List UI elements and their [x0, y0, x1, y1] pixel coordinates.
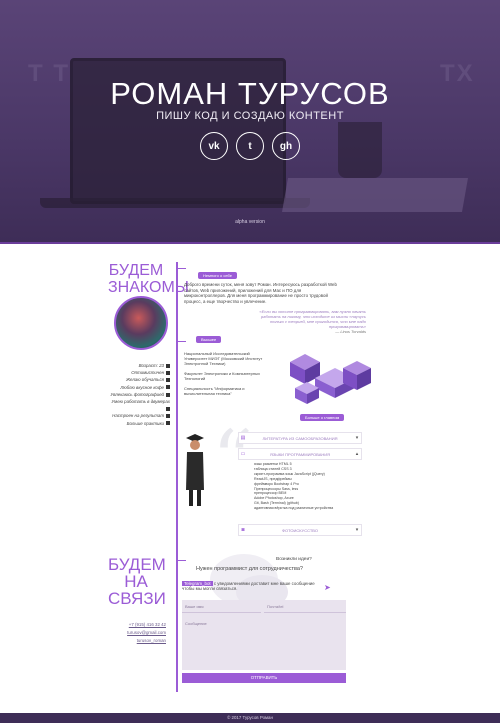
- paper-plane-icon: ➤: [324, 583, 331, 592]
- timeline-tick: [176, 560, 186, 561]
- camera-icon: ◙: [241, 527, 245, 533]
- page-title: РОМАН ТУРУСОВ: [110, 76, 390, 111]
- facts-list: Возраст: 23 Оптимистичен Желаю обучаться…: [108, 362, 170, 427]
- github-icon[interactable]: gh: [272, 132, 300, 160]
- contact-links: +7 (915) 416 32 42 turusov@gmail.com tur…: [96, 621, 166, 645]
- contact-question: Возникли идеи?: [276, 557, 312, 562]
- section-heading-about: БУДЕМ ЗНАКОМЫ: [108, 262, 189, 296]
- timeline-tick: [176, 268, 186, 269]
- page-subtitle: ПИШУ КОД И СОЗДАЮ КОНТЕНТ: [156, 110, 344, 122]
- list-item: Больше практики: [108, 420, 170, 427]
- chevron-up-icon: ▴: [355, 451, 359, 457]
- send-button[interactable]: ОТПРАВИТЬ: [182, 673, 346, 683]
- version-label: alpha version: [235, 219, 265, 225]
- monitor-icon: ▭: [240, 451, 246, 457]
- message-field[interactable]: Сообщение: [182, 618, 346, 668]
- timeline-tick: [176, 341, 186, 342]
- about-tag: Немного о себе: [198, 272, 237, 279]
- skype-link[interactable]: turusov_roman: [96, 637, 166, 645]
- list-item: Люблю вкусное кофе: [108, 384, 170, 391]
- timeline-line: [176, 262, 178, 692]
- name-field[interactable]: Ваше имя: [182, 602, 261, 613]
- background-laptop-base: [40, 198, 310, 208]
- background-mug: [338, 122, 382, 178]
- chevron-down-icon: ▾: [355, 435, 359, 441]
- twitter-icon[interactable]: t: [236, 132, 264, 160]
- list-item: Настроен на результат: [108, 412, 170, 419]
- list-item: Умею работать в двумерах: [108, 398, 170, 412]
- quote-text: «Если вы хотите программировать, вам нуж…: [259, 309, 366, 334]
- vk-icon[interactable]: vk: [200, 132, 228, 160]
- telegram-tag: Telegram_bot: [182, 581, 213, 586]
- accordion-item[interactable]: ▭ ЯЗЫКИ ПРОГРАММИРОВАНИЯ ▴: [238, 448, 362, 460]
- education-tag: Высшее: [196, 336, 222, 343]
- about-text: Доброго времени суток, меня зовут Роман.…: [184, 282, 337, 304]
- email-link[interactable]: turusov@gmail.com: [96, 629, 166, 637]
- contact-question: Нужен программист для сотрудничества?: [196, 566, 303, 572]
- list-item: Увлекаюсь фотографией: [108, 391, 170, 398]
- list-item: Возраст: 23: [108, 362, 170, 369]
- more-button[interactable]: Больше о главном: [300, 414, 345, 421]
- education-text: Национальный Исследовательский Университ…: [184, 351, 263, 396]
- hero-header: T T TX РОМАН ТУРУСОВ ПИШУ КОД И СОЗДАЮ К…: [0, 0, 500, 242]
- list-item: Оптимистичен: [108, 369, 170, 376]
- telegram-note: Telegram_bot с уведомлениями доставит мн…: [182, 581, 315, 592]
- email-field[interactable]: Почта/tel: [264, 602, 346, 613]
- avatar: [114, 296, 168, 350]
- footer-copyright: © 2017 Турусов Роман: [0, 713, 500, 723]
- skills-list: язык разметки HTML 5 таблица стилей CSS …: [254, 462, 334, 511]
- chevron-down-icon: ▾: [355, 527, 359, 533]
- graduate-illustration: [186, 434, 204, 506]
- phone-link[interactable]: +7 (915) 416 32 42: [96, 621, 166, 629]
- section-heading-contact: БУДЕМ НА СВЯЗИ: [108, 555, 166, 608]
- list-item: Желаю обучаться: [108, 376, 170, 383]
- isometric-illustration: [290, 354, 371, 404]
- accordion-item[interactable]: ▤ ЛИТЕРАТУРА ИЗ САМООБРАЗОВАНИЯ ▾: [238, 432, 362, 444]
- social-links: vk t gh: [200, 132, 300, 160]
- background-notebook: [282, 178, 468, 212]
- book-icon: ▤: [240, 435, 246, 441]
- header-divider: [0, 242, 500, 244]
- accordion-item[interactable]: ◙ ФОТОИСКУССТВО ▾: [238, 524, 362, 536]
